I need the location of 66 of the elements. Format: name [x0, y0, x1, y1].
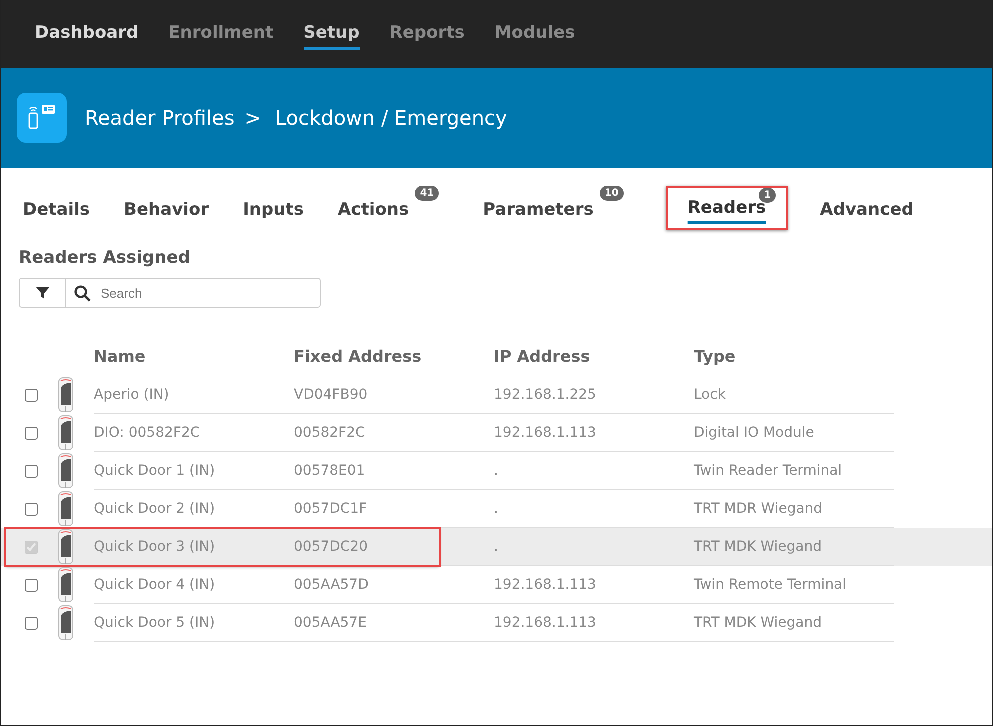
table-cell-text: 00578E01 [294, 462, 366, 478]
table-cell-text: 192.168.1.113 [494, 614, 598, 630]
table-cell-text: TRT MDR Wiegand [694, 500, 824, 516]
tab[interactable]: Readers 1 [666, 186, 788, 230]
count-badge: 1 [759, 188, 776, 203]
row-checkbox[interactable] [25, 388, 38, 402]
table-cell-text: 192.168.1.113 [494, 424, 598, 440]
table-cell-text: . [494, 538, 500, 554]
table-cell-text: Digital IO Module [694, 424, 816, 440]
table-cell-text: Quick Door 5 (IN) [94, 614, 216, 630]
row-checkbox[interactable] [25, 502, 38, 516]
tab[interactable]: Behavior [112, 184, 222, 232]
table-cell-text: Quick Door 1 (IN) [94, 462, 216, 478]
breadcrumb-separator: > [244, 106, 262, 130]
table-cell-text: 00582F2C [294, 424, 366, 440]
table-cell-text: . [494, 462, 500, 478]
search-box[interactable]: Search [19, 278, 321, 308]
search-icon [74, 284, 91, 302]
row-checkbox[interactable] [25, 464, 38, 478]
card-reader-icon [58, 605, 74, 641]
table-cell-text: Lock [694, 386, 727, 402]
table-cell-text: 0057DC1F [294, 500, 368, 516]
nav-tab[interactable]: Modules [494, 18, 576, 50]
row-checkbox[interactable] [25, 578, 38, 592]
table-cell-text: Quick Door 2 (IN) [94, 500, 216, 516]
card-reader-icon [58, 453, 74, 489]
table-cell-text: 005AA57D [294, 576, 370, 592]
nav-tab[interactable]: Reports [390, 18, 465, 50]
column-header: IP Address [494, 346, 592, 366]
table-cell-text: Twin Reader Terminal [694, 462, 844, 478]
tab[interactable]: Details [11, 184, 102, 232]
column-header: Name [94, 346, 147, 366]
table-cell-text: Aperio (IN) [94, 386, 170, 402]
column-header: Type [694, 346, 737, 366]
table-cell-text: 192.168.1.113 [494, 576, 598, 592]
nav-tab[interactable]: Enrollment [168, 18, 274, 50]
table-cell-text: VD04FB90 [294, 386, 369, 402]
tab[interactable]: Parameters 10 [471, 184, 626, 232]
reader-profile-icon [17, 93, 67, 143]
table-cell-text: Quick Door 4 (IN) [94, 576, 216, 592]
breadcrumb-link[interactable]: Reader Profiles [85, 106, 235, 130]
tab[interactable]: Inputs [231, 184, 316, 232]
nav-tab[interactable]: Setup [304, 18, 360, 50]
table-cell-text: . [494, 500, 500, 516]
section-title: Readers Assigned [19, 248, 192, 268]
table-cell-text: 192.168.1.225 [494, 386, 598, 402]
nav-tab[interactable]: Dashboard [35, 18, 139, 50]
card-reader-icon [58, 491, 74, 527]
card-reader-icon [58, 377, 74, 413]
table-cell-text: 0057DC20 [294, 538, 369, 554]
card-reader-icon [58, 415, 74, 451]
table-cell-text: Quick Door 3 (IN) [94, 538, 216, 554]
count-badge: 41 [415, 186, 440, 201]
table-cell-text: TRT MDK Wiegand [694, 614, 824, 630]
page-title: Lockdown / Emergency [276, 106, 508, 130]
tab[interactable]: Advanced [808, 184, 926, 232]
count-badge: 10 [600, 186, 624, 201]
table-cell-text: TRT MDK Wiegand [694, 538, 824, 554]
column-header: Fixed Address [294, 346, 423, 366]
table-cell-text: 005AA57E [294, 614, 368, 630]
row-checkbox[interactable] [25, 426, 38, 440]
table-cell-text: Twin Remote Terminal [694, 576, 848, 592]
card-reader-icon [58, 567, 74, 603]
tab[interactable]: Actions 41 [326, 184, 442, 232]
table-cell-text: DIO: 00582F2C [94, 424, 202, 440]
row-checkbox[interactable] [25, 616, 38, 630]
